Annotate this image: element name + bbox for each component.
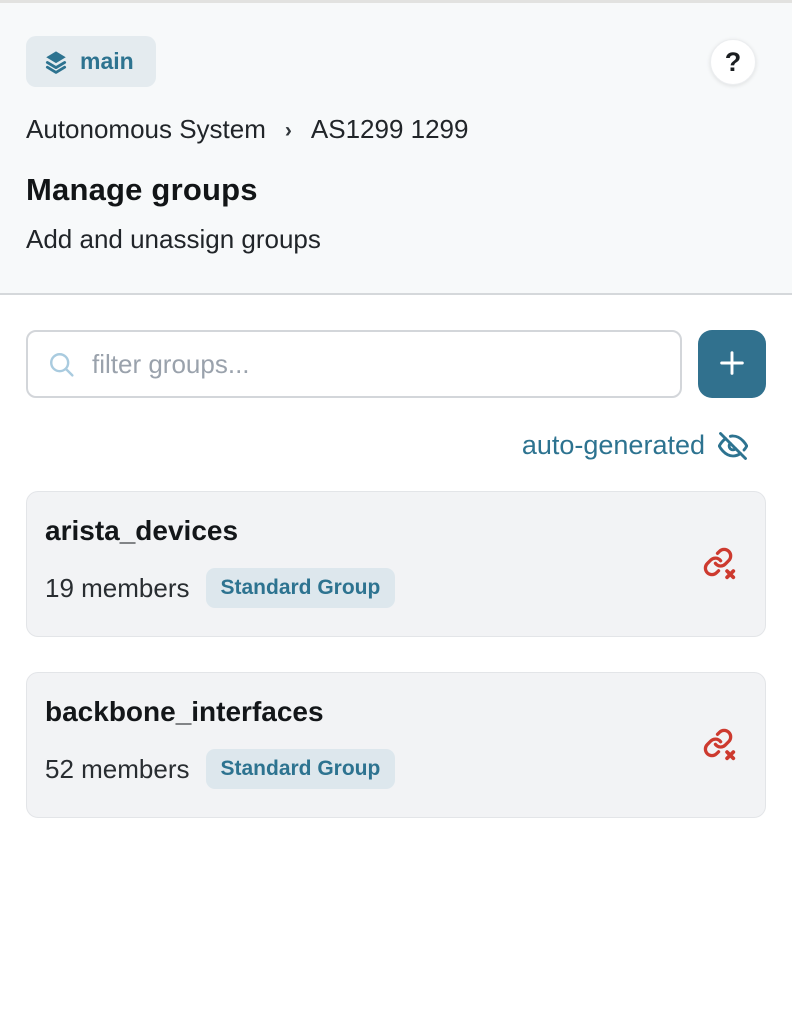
- member-count: 52 members: [45, 754, 190, 785]
- page-header: main ? Autonomous System › AS1299 1299 M…: [0, 0, 792, 295]
- auto-generated-row: auto-generated: [26, 430, 766, 461]
- help-question-mark: ?: [725, 47, 742, 78]
- member-count: 19 members: [45, 573, 190, 604]
- group-name: arista_devices: [45, 515, 675, 547]
- group-card: backbone_interfaces 52 members Standard …: [26, 672, 766, 818]
- auto-generated-label: auto-generated: [522, 430, 705, 461]
- unlink-icon: [703, 750, 737, 765]
- group-name: backbone_interfaces: [45, 696, 675, 728]
- branch-selector-badge[interactable]: main: [26, 36, 156, 87]
- group-list: arista_devices 19 members Standard Group: [26, 491, 766, 818]
- add-group-button[interactable]: [698, 330, 766, 398]
- plus-icon: [715, 346, 749, 383]
- help-button[interactable]: ?: [710, 39, 756, 85]
- filter-groups-input[interactable]: [26, 330, 682, 398]
- page-title: Manage groups: [26, 172, 764, 208]
- auto-generated-toggle[interactable]: auto-generated: [522, 430, 748, 461]
- breadcrumb: Autonomous System › AS1299 1299: [26, 114, 764, 145]
- branch-name-label: main: [80, 48, 134, 75]
- group-meta-row: 19 members Standard Group: [45, 568, 675, 608]
- content-area: auto-generated arista_devices 19 members…: [0, 295, 792, 1012]
- header-top-row: main ?: [26, 36, 764, 87]
- page-subtitle: Add and unassign groups: [26, 224, 764, 255]
- manage-groups-panel: main ? Autonomous System › AS1299 1299 M…: [0, 0, 792, 1012]
- unlink-icon: [703, 569, 737, 584]
- breadcrumb-parent[interactable]: Autonomous System: [26, 114, 266, 145]
- group-meta-row: 52 members Standard Group: [45, 749, 675, 789]
- unassign-group-button[interactable]: [703, 547, 737, 581]
- unassign-group-button[interactable]: [703, 728, 737, 762]
- group-type-badge: Standard Group: [206, 568, 396, 608]
- breadcrumb-current[interactable]: AS1299 1299: [311, 114, 469, 145]
- groups-toolbar: [26, 330, 766, 398]
- layers-icon: [43, 49, 69, 75]
- filter-field-wrapper: [26, 330, 682, 398]
- group-card: arista_devices 19 members Standard Group: [26, 491, 766, 637]
- chevron-right-icon: ›: [285, 117, 292, 143]
- eye-off-icon: [718, 431, 748, 461]
- group-type-badge: Standard Group: [206, 749, 396, 789]
